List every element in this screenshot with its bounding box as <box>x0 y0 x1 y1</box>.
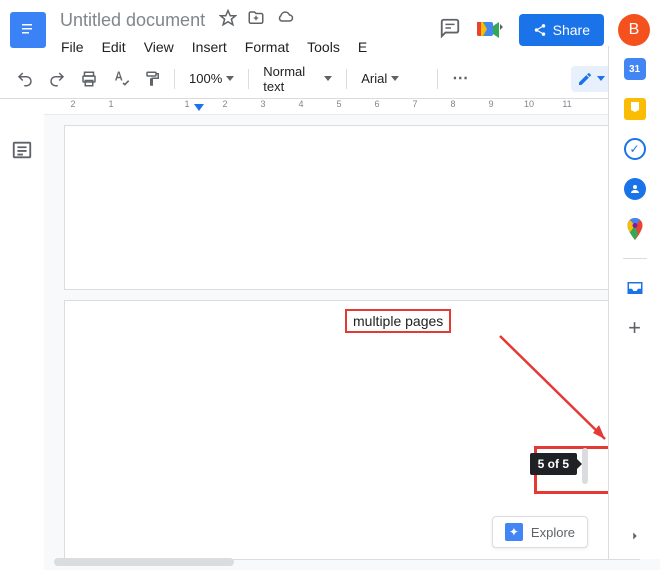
annotation-label: multiple pages <box>345 309 451 333</box>
explore-button[interactable]: ✦ Explore <box>492 516 588 548</box>
maps-icon[interactable] <box>624 218 646 240</box>
menu-tools[interactable]: Tools <box>300 35 347 59</box>
menu-format[interactable]: Format <box>238 35 296 59</box>
doc-title[interactable]: Untitled document <box>54 8 211 33</box>
cloud-icon[interactable] <box>275 9 295 32</box>
horizontal-ruler[interactable]: 211234567891011 <box>44 99 660 115</box>
explore-label: Explore <box>531 525 575 540</box>
annotation-arrow-icon <box>495 331 625 461</box>
tasks-icon[interactable]: ✓ <box>624 138 646 160</box>
avatar[interactable]: B <box>618 14 650 46</box>
app-header: Untitled document File Edit View Insert … <box>0 0 660 59</box>
paint-format-icon[interactable] <box>138 64 168 94</box>
page-indicator: 5 of 5 <box>530 453 577 475</box>
left-rail <box>0 99 44 570</box>
horizontal-scrollbar-thumb[interactable] <box>54 558 234 566</box>
docs-logo-icon[interactable] <box>10 12 46 48</box>
workspace: 211234567891011 multiple pages 5 of 5 ✦ … <box>0 99 660 570</box>
get-addons-icon[interactable]: + <box>624 317 646 339</box>
undo-icon[interactable] <box>10 64 40 94</box>
redo-icon[interactable] <box>42 64 72 94</box>
editing-mode-button[interactable] <box>571 66 611 92</box>
print-icon[interactable] <box>74 64 104 94</box>
side-panel: 31 ✓ + <box>608 46 660 559</box>
rail-separator <box>623 258 647 259</box>
outline-icon[interactable] <box>11 139 33 166</box>
contacts-icon[interactable] <box>624 178 646 200</box>
share-label: Share <box>553 22 590 38</box>
header-actions: Share B <box>439 14 650 46</box>
keep-icon[interactable] <box>624 98 646 120</box>
meet-icon[interactable] <box>475 18 505 42</box>
comment-history-icon[interactable] <box>439 17 461 44</box>
style-dropdown[interactable]: Normal text <box>255 60 340 98</box>
title-area: Untitled document File Edit View Insert … <box>54 8 431 59</box>
spellcheck-icon[interactable] <box>106 64 136 94</box>
menu-edit[interactable]: Edit <box>95 35 133 59</box>
document-canvas[interactable]: 211234567891011 multiple pages 5 of 5 ✦ … <box>44 99 660 570</box>
collapse-panel-icon[interactable] <box>624 525 646 547</box>
menu-view[interactable]: View <box>137 35 181 59</box>
star-icon[interactable] <box>219 9 237 32</box>
menu-file[interactable]: File <box>54 35 91 59</box>
menu-bar: File Edit View Insert Format Tools E <box>54 35 431 59</box>
calendar-icon[interactable]: 31 <box>624 58 646 80</box>
explore-icon: ✦ <box>505 523 523 541</box>
toolbar: 100% Normal text Arial ⋯ <box>0 59 660 99</box>
addon-inbox-icon[interactable] <box>624 277 646 299</box>
font-dropdown[interactable]: Arial <box>353 67 431 90</box>
page[interactable] <box>64 125 640 290</box>
more-toolbar-icon[interactable]: ⋯ <box>444 71 477 87</box>
menu-insert[interactable]: Insert <box>185 35 234 59</box>
share-button[interactable]: Share <box>519 14 604 46</box>
zoom-dropdown[interactable]: 100% <box>181 67 242 90</box>
vertical-scrollbar-thumb[interactable] <box>582 448 588 484</box>
move-icon[interactable] <box>247 9 265 32</box>
menu-ext-truncated[interactable]: E <box>351 35 374 59</box>
